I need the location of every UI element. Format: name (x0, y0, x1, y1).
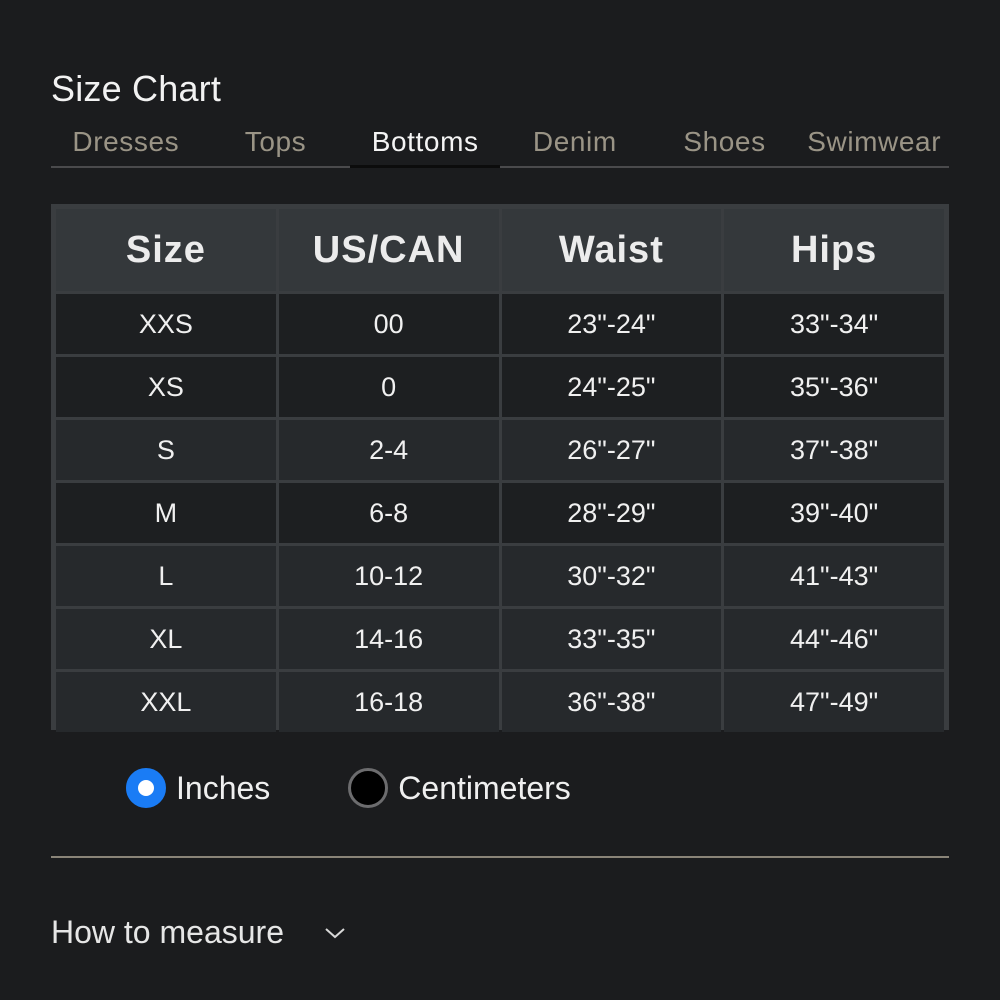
radio-centimeters[interactable] (348, 768, 389, 808)
cell-size: XL (56, 609, 276, 669)
cell-size: S (56, 420, 276, 480)
cell-hips: 37"-38" (724, 420, 944, 480)
cell-us-can: 00 (278, 294, 499, 354)
cell-hips: 47"-49" (724, 672, 944, 732)
header-hips: Hips (724, 209, 944, 291)
cell-us-can: 6-8 (278, 483, 499, 543)
cell-us-can: 16-18 (278, 672, 499, 732)
unit-option-inches[interactable]: Inches (126, 768, 270, 808)
table-row: M 6-8 28"-29" 39"-40" (56, 483, 944, 543)
table-header-row: Size US/CAN Waist Hips (56, 209, 944, 291)
table-row: S 2-4 26"-27" 37"-38" (56, 420, 944, 480)
cell-hips: 33"-34" (724, 294, 944, 354)
tab-swimwear[interactable]: Swimwear (799, 120, 949, 166)
cell-size: M (56, 483, 276, 543)
cell-us-can: 0 (278, 357, 499, 417)
table-row: L 10-12 30"-32" 41"-43" (56, 546, 944, 606)
page-title: Size Chart (51, 68, 222, 109)
size-table: Size US/CAN Waist Hips XXS 00 23"-24" 33… (53, 206, 947, 735)
cell-size: XXL (56, 672, 276, 732)
header-waist: Waist (501, 209, 722, 291)
section-divider (51, 856, 949, 858)
cell-waist: 23"-24" (501, 294, 722, 354)
size-table-container: Size US/CAN Waist Hips XXS 00 23"-24" 33… (51, 204, 949, 732)
cell-waist: 36"-38" (501, 672, 722, 732)
tab-shoes[interactable]: Shoes (650, 120, 800, 166)
chevron-down-icon (325, 927, 345, 938)
cell-hips: 39"-40" (724, 483, 944, 543)
cell-hips: 44"-46" (724, 609, 944, 669)
cell-us-can: 2-4 (278, 420, 499, 480)
table-row: XXS 00 23"-24" 33"-34" (56, 294, 944, 354)
cell-size: L (56, 546, 276, 606)
unit-selector: Inches Centimeters (126, 768, 571, 808)
table-row: XXL 16-18 36"-38" 47"-49" (56, 672, 944, 732)
unit-option-centimeters[interactable]: Centimeters (348, 768, 571, 808)
cell-size: XXS (56, 294, 276, 354)
cell-waist: 24"-25" (501, 357, 722, 417)
tab-denim[interactable]: Denim (500, 120, 650, 166)
table-row: XS 0 24"-25" 35"-36" (56, 357, 944, 417)
how-to-measure-label: How to measure (51, 914, 284, 950)
tab-tops[interactable]: Tops (201, 120, 351, 166)
cell-hips: 35"-36" (724, 357, 944, 417)
header-size: Size (56, 209, 276, 291)
cell-size: XS (56, 357, 276, 417)
cell-waist: 30"-32" (501, 546, 722, 606)
header-us-can: US/CAN (278, 209, 499, 291)
unit-label-centimeters: Centimeters (398, 769, 571, 806)
how-to-measure-toggle[interactable]: How to measure (51, 914, 346, 951)
tab-bottoms[interactable]: Bottoms (350, 120, 500, 168)
cell-waist: 26"-27" (501, 420, 722, 480)
cell-us-can: 10-12 (278, 546, 499, 606)
table-row: XL 14-16 33"-35" 44"-46" (56, 609, 944, 669)
tab-dresses[interactable]: Dresses (51, 120, 201, 166)
cell-us-can: 14-16 (278, 609, 499, 669)
radio-inches[interactable] (126, 768, 166, 808)
category-tabs: Dresses Tops Bottoms Denim Shoes Swimwea… (51, 120, 949, 168)
unit-label-inches: Inches (176, 769, 271, 806)
cell-waist: 33"-35" (501, 609, 722, 669)
cell-hips: 41"-43" (724, 546, 944, 606)
cell-waist: 28"-29" (501, 483, 722, 543)
